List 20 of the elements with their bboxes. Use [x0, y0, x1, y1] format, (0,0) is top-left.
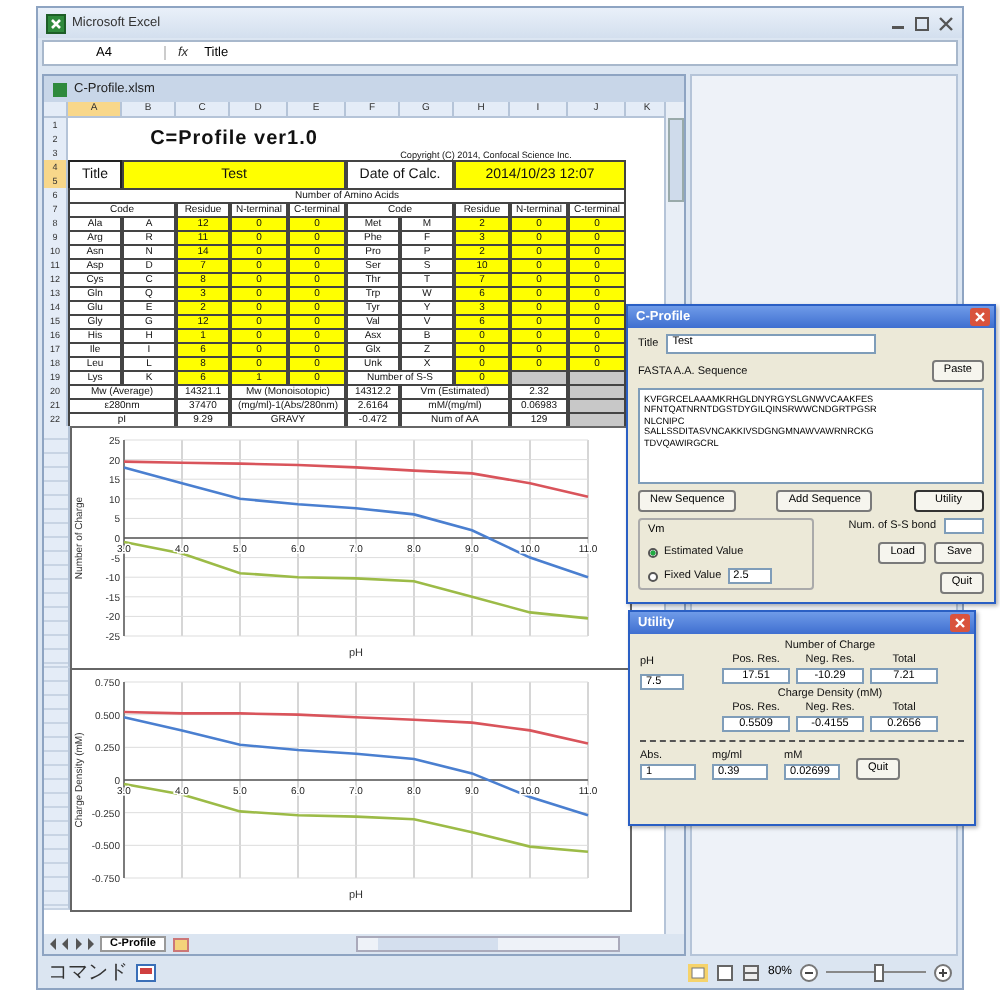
input-field[interactable]: [944, 518, 984, 534]
radio-button[interactable]: [648, 571, 658, 581]
horizontal-scrollbar[interactable]: [355, 936, 620, 952]
close-icon[interactable]: [970, 308, 990, 326]
new-sheet-icon[interactable]: [171, 937, 190, 951]
page-break-icon[interactable]: [741, 963, 760, 981]
maximize-icon[interactable]: [914, 15, 930, 31]
macro-record-icon[interactable]: [136, 963, 156, 981]
close-icon[interactable]: [938, 15, 954, 31]
zoom-in-icon[interactable]: [934, 963, 952, 981]
spreadsheet-icon: [46, 13, 66, 33]
spreadsheet-icon: [52, 81, 68, 97]
slider-thumb[interactable]: [873, 964, 883, 982]
zoom-out-icon[interactable]: [800, 963, 818, 981]
page-layout-icon[interactable]: [715, 963, 734, 981]
status-mode: コマンド: [48, 960, 128, 986]
radio-button[interactable]: [648, 547, 658, 557]
table-cell-text: C=Profile ver1.0: [148, 126, 320, 154]
sheet-navigation-icon[interactable]: [50, 938, 94, 950]
close-icon[interactable]: [950, 614, 970, 632]
